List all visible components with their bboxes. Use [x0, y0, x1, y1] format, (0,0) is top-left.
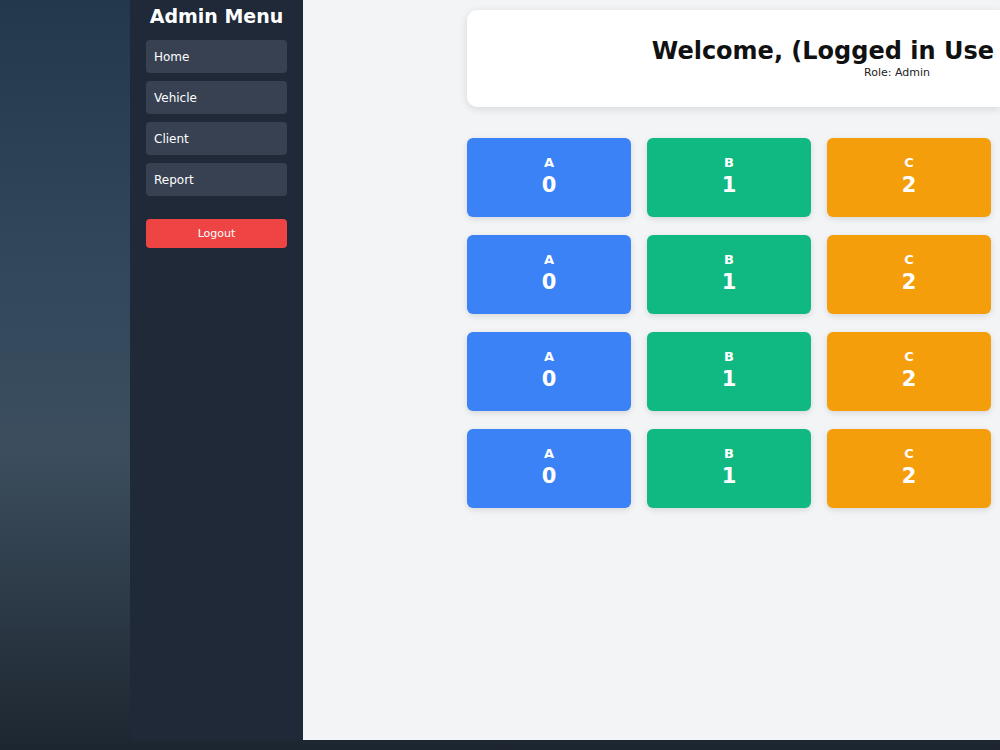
role-text: Role: Admin: [864, 66, 930, 80]
main-content: Welcome, (Logged in UseRole: AdminA0B1C2…: [303, 0, 1000, 740]
stat-card: A0: [467, 429, 631, 508]
stat-card: A0: [467, 138, 631, 217]
stat-label: C: [904, 251, 914, 269]
stat-label: C: [904, 445, 914, 463]
stat-label: A: [544, 348, 554, 366]
stat-label: C: [904, 348, 914, 366]
stat-card: C2: [827, 429, 991, 508]
stat-value: 2: [902, 172, 917, 198]
welcome-card: Welcome, (Logged in UseRole: Admin: [467, 10, 1000, 107]
stat-value: 1: [722, 269, 737, 295]
stat-card: B1: [647, 429, 811, 508]
stat-value: 1: [722, 172, 737, 198]
stat-value: 2: [902, 269, 917, 295]
nav-list: Home Vehicle Client Report: [146, 40, 287, 196]
stat-card: C2: [827, 332, 991, 411]
stat-value: 2: [902, 463, 917, 489]
photo-strip: [0, 0, 130, 750]
stat-label: B: [724, 251, 734, 269]
stat-label: A: [544, 154, 554, 172]
stat-value: 1: [722, 366, 737, 392]
stat-value: 0: [542, 172, 557, 198]
logout-button[interactable]: Logout: [146, 219, 287, 248]
stat-card: B1: [647, 235, 811, 314]
background-photo: Admin Menu Home Vehicle Client Report Logout W…: [0, 0, 1000, 750]
sidebar-item[interactable]: Vehicle: [146, 81, 287, 114]
stat-card: C2: [827, 138, 991, 217]
stat-label: A: [544, 445, 554, 463]
sidebar-item[interactable]: Home: [146, 40, 287, 73]
sidebar-item[interactable]: Report: [146, 163, 287, 196]
stat-card: B1: [647, 138, 811, 217]
stat-value: 0: [542, 463, 557, 489]
stat-value: 1: [722, 463, 737, 489]
stat-value: 2: [902, 366, 917, 392]
sidebar: Admin Menu Home Vehicle Client Report Logout: [130, 0, 303, 740]
stat-label: B: [724, 154, 734, 172]
stats-grid: A0B1C2A0B1C2A0B1C2A0B1C2: [467, 138, 1000, 508]
stat-value: 0: [542, 269, 557, 295]
stat-label: C: [904, 154, 914, 172]
app-frame: Admin Menu Home Vehicle Client Report Logout W…: [130, 0, 1000, 740]
stat-card: A0: [467, 332, 631, 411]
sidebar-title: Admin Menu: [146, 4, 287, 28]
stat-label: A: [544, 251, 554, 269]
stat-label: B: [724, 348, 734, 366]
stat-card: C2: [827, 235, 991, 314]
stat-label: B: [724, 445, 734, 463]
welcome-title: Welcome, (Logged in Use: [652, 36, 994, 66]
stat-card: B1: [647, 332, 811, 411]
stat-value: 0: [542, 366, 557, 392]
stat-card: A0: [467, 235, 631, 314]
sidebar-item[interactable]: Client: [146, 122, 287, 155]
